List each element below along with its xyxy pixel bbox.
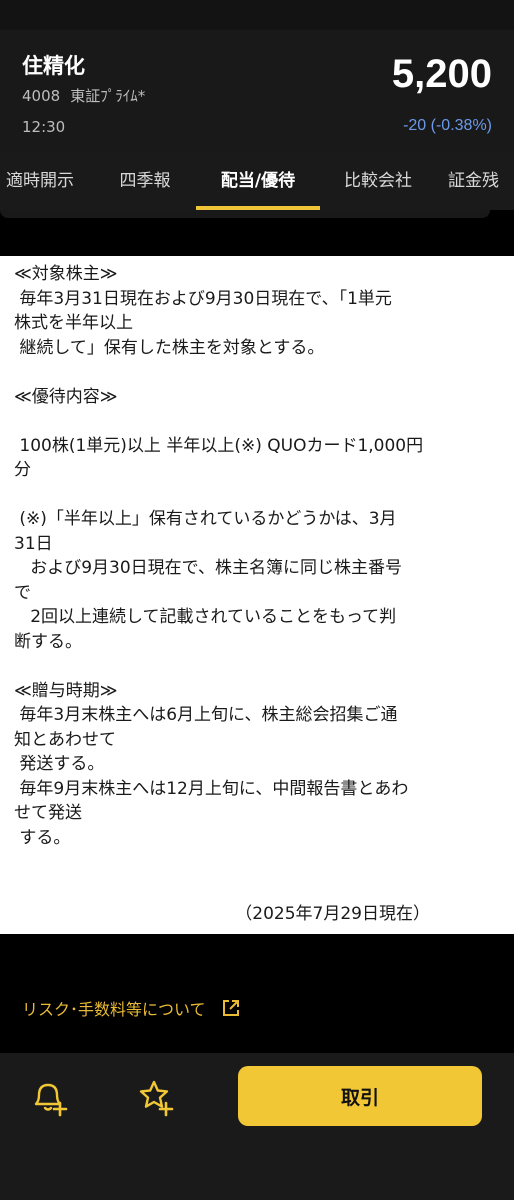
stock-code: 4008 [22,87,61,105]
tab-margin-balance[interactable]: 証金残 [448,152,514,210]
stock-name: 住精化 [22,54,85,78]
benefit-text: ≪対象株主≫ 毎年3月31日現在および9月30日現在で、「1単元 株式を半年以上… [14,264,424,848]
benefit-content: ≪対象株主≫ 毎年3月31日現在および9月30日現在で、「1単元 株式を半年以上… [0,256,514,934]
risk-link-label: リスク･手数料等について [22,1000,206,1019]
star-add-icon[interactable] [136,1077,176,1117]
quote-time: 12:30 [22,118,66,136]
stock-price: 5,200 [391,52,492,96]
bell-add-icon[interactable] [30,1077,70,1117]
status-bar [0,0,514,30]
stock-market: 東証ﾌﾟﾗｲﾑ* [70,87,146,105]
stock-meta: 4008 東証ﾌﾟﾗｲﾑ* [22,85,155,106]
trade-button[interactable]: 取引 [238,1066,482,1126]
tab-shikiho[interactable]: 四季報 [104,152,186,210]
stock-header: 住精化 4008 東証ﾌﾟﾗｲﾑ* 12:30 5,200 -20 (-0.38%… [0,30,514,152]
external-link-icon [222,1000,239,1016]
tab-disclosure[interactable]: 適時開示 [0,152,88,210]
as-of-date: （2025年7月29日現在） [235,904,430,924]
price-change: -20 (-0.38%) [403,117,492,134]
tab-dividend-benefit[interactable]: 配当/優待 [196,152,320,210]
tab-bar: 適時開示 四季報 配当/優待 比較会社 証金残 [0,152,514,210]
tab-compare[interactable]: 比較会社 [330,152,426,210]
system-navbar [0,1135,514,1200]
panel-edge [0,210,490,218]
risk-fee-link[interactable]: リスク･手数料等について [22,996,240,1020]
